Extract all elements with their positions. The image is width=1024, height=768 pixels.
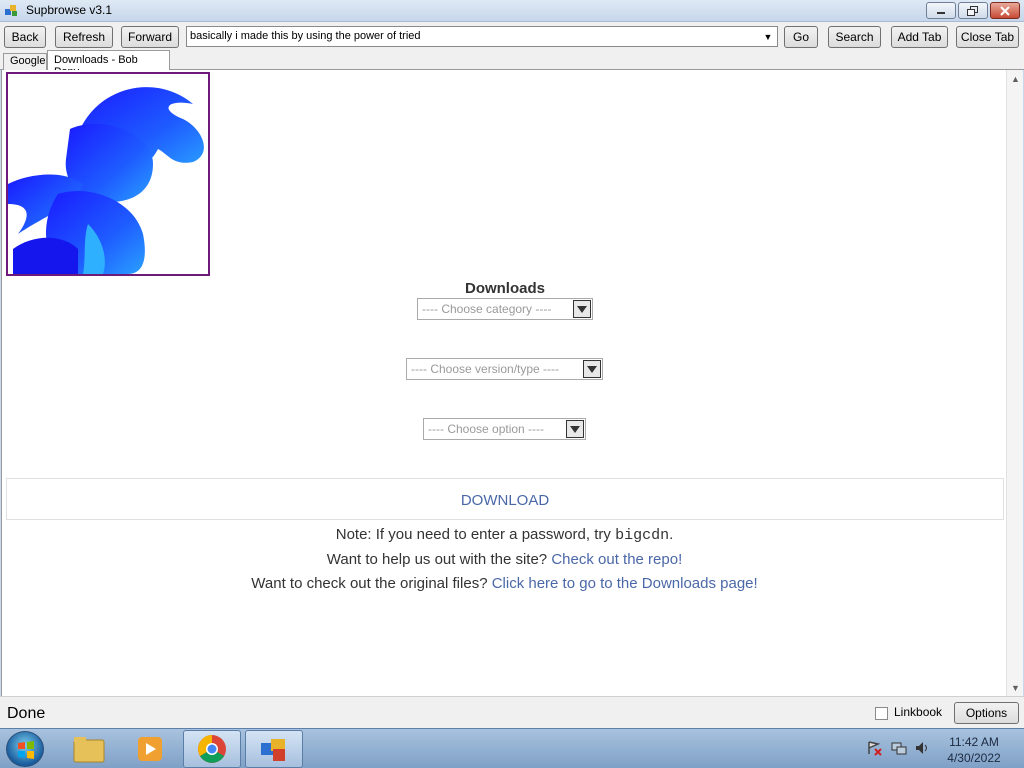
category-select[interactable]: ---- Choose category ---- — [417, 298, 593, 320]
linkbook-checkbox[interactable] — [875, 707, 888, 720]
files-text: Want to check out the original files? — [251, 575, 492, 592]
chevron-down-icon[interactable] — [566, 420, 584, 438]
linkbook-label[interactable]: Linkbook — [894, 705, 942, 719]
folder-icon — [73, 737, 105, 763]
close-tab-button[interactable]: Close Tab — [956, 26, 1019, 48]
taskbar-supbrowse[interactable] — [245, 730, 303, 768]
downloads-heading: Downloads — [464, 280, 545, 297]
address-value: basically i made this by using the power… — [190, 30, 421, 42]
app-window-icon — [261, 739, 285, 761]
status-bar: Done Linkbook Options — [0, 696, 1024, 728]
title-bar: Supbrowse v3.1 — [0, 0, 1024, 22]
help-note: Want to help us out with the site? Check… — [2, 548, 1007, 572]
volume-icon[interactable] — [914, 740, 930, 756]
help-text: Want to help us out with the site? — [326, 551, 552, 568]
system-clock[interactable]: 11:42 AM 4/30/2022 — [940, 734, 1008, 766]
refresh-button[interactable]: Refresh — [55, 26, 113, 48]
taskbar-media-player[interactable] — [121, 730, 179, 768]
tab-strip: Google Downloads - Bob Pony — [0, 50, 1024, 78]
tab-google[interactable]: Google — [3, 53, 47, 70]
password-note: Note: If you need to enter a password, t… — [2, 523, 1007, 548]
taskbar-chrome[interactable] — [183, 730, 241, 768]
scroll-up-icon[interactable]: ▲ — [1007, 70, 1024, 87]
option-placeholder: ---- Choose option ---- — [428, 422, 545, 436]
taskbar-explorer[interactable] — [60, 730, 118, 768]
status-text: Done — [7, 705, 46, 722]
category-placeholder: ---- Choose category ---- — [422, 302, 552, 316]
media-player-icon — [138, 737, 162, 761]
start-button[interactable] — [6, 731, 44, 767]
web-content: Downloads ---- Choose category ---- ----… — [1, 70, 1006, 696]
forward-button[interactable]: Forward — [121, 26, 179, 48]
options-button[interactable]: Options — [954, 702, 1019, 724]
navigation-toolbar: Back Refresh Forward basically i made th… — [0, 22, 1024, 50]
network-icon[interactable] — [891, 740, 907, 756]
note-text: Note: If you need to enter a password, t… — [335, 526, 616, 543]
clock-date: 4/30/2022 — [947, 751, 1001, 765]
tab-downloads[interactable]: Downloads - Bob Pony — [47, 50, 170, 78]
notes-section: Note: If you need to enter a password, t… — [2, 523, 1007, 596]
scroll-down-icon[interactable]: ▼ — [1007, 679, 1024, 696]
taskbar: 11:42 AM 4/30/2022 — [0, 728, 1024, 768]
restore-icon — [967, 5, 978, 16]
version-placeholder: ---- Choose version/type ---- — [411, 362, 560, 376]
window-title: Supbrowse v3.1 — [26, 3, 113, 17]
minimize-icon — [937, 11, 945, 14]
note-suffix: . — [669, 526, 674, 543]
version-select[interactable]: ---- Choose version/type ---- — [406, 358, 603, 380]
go-button[interactable]: Go — [784, 26, 818, 48]
files-note: Want to check out the original files? Cl… — [2, 572, 1007, 596]
pony-logo-icon — [8, 87, 204, 274]
password-value: bigcdn — [615, 527, 670, 544]
download-button[interactable]: DOWNLOAD — [6, 478, 1004, 520]
windows-logo-icon — [18, 741, 34, 759]
restore-button[interactable] — [958, 2, 988, 19]
dropdown-arrow-icon[interactable]: ▼ — [759, 27, 777, 46]
close-icon — [1000, 5, 1010, 16]
chevron-down-icon[interactable] — [573, 300, 591, 318]
site-logo — [6, 72, 210, 276]
search-button[interactable]: Search — [828, 26, 881, 48]
close-window-button[interactable] — [990, 2, 1020, 19]
back-button[interactable]: Back — [4, 26, 46, 48]
option-select[interactable]: ---- Choose option ---- — [423, 418, 586, 440]
add-tab-button[interactable]: Add Tab — [891, 26, 948, 48]
chrome-icon — [198, 735, 226, 763]
clock-time: 11:42 AM — [949, 735, 999, 749]
downloads-page-link[interactable]: Click here to go to the Downloads page! — [492, 575, 758, 592]
chevron-down-icon[interactable] — [583, 360, 601, 378]
app-icon — [5, 5, 17, 16]
action-center-icon[interactable] — [866, 740, 882, 756]
address-combobox[interactable]: basically i made this by using the power… — [186, 26, 778, 47]
minimize-button[interactable] — [926, 2, 956, 19]
vertical-scrollbar[interactable]: ▲ ▼ — [1006, 70, 1023, 696]
repo-link[interactable]: Check out the repo! — [551, 551, 682, 568]
